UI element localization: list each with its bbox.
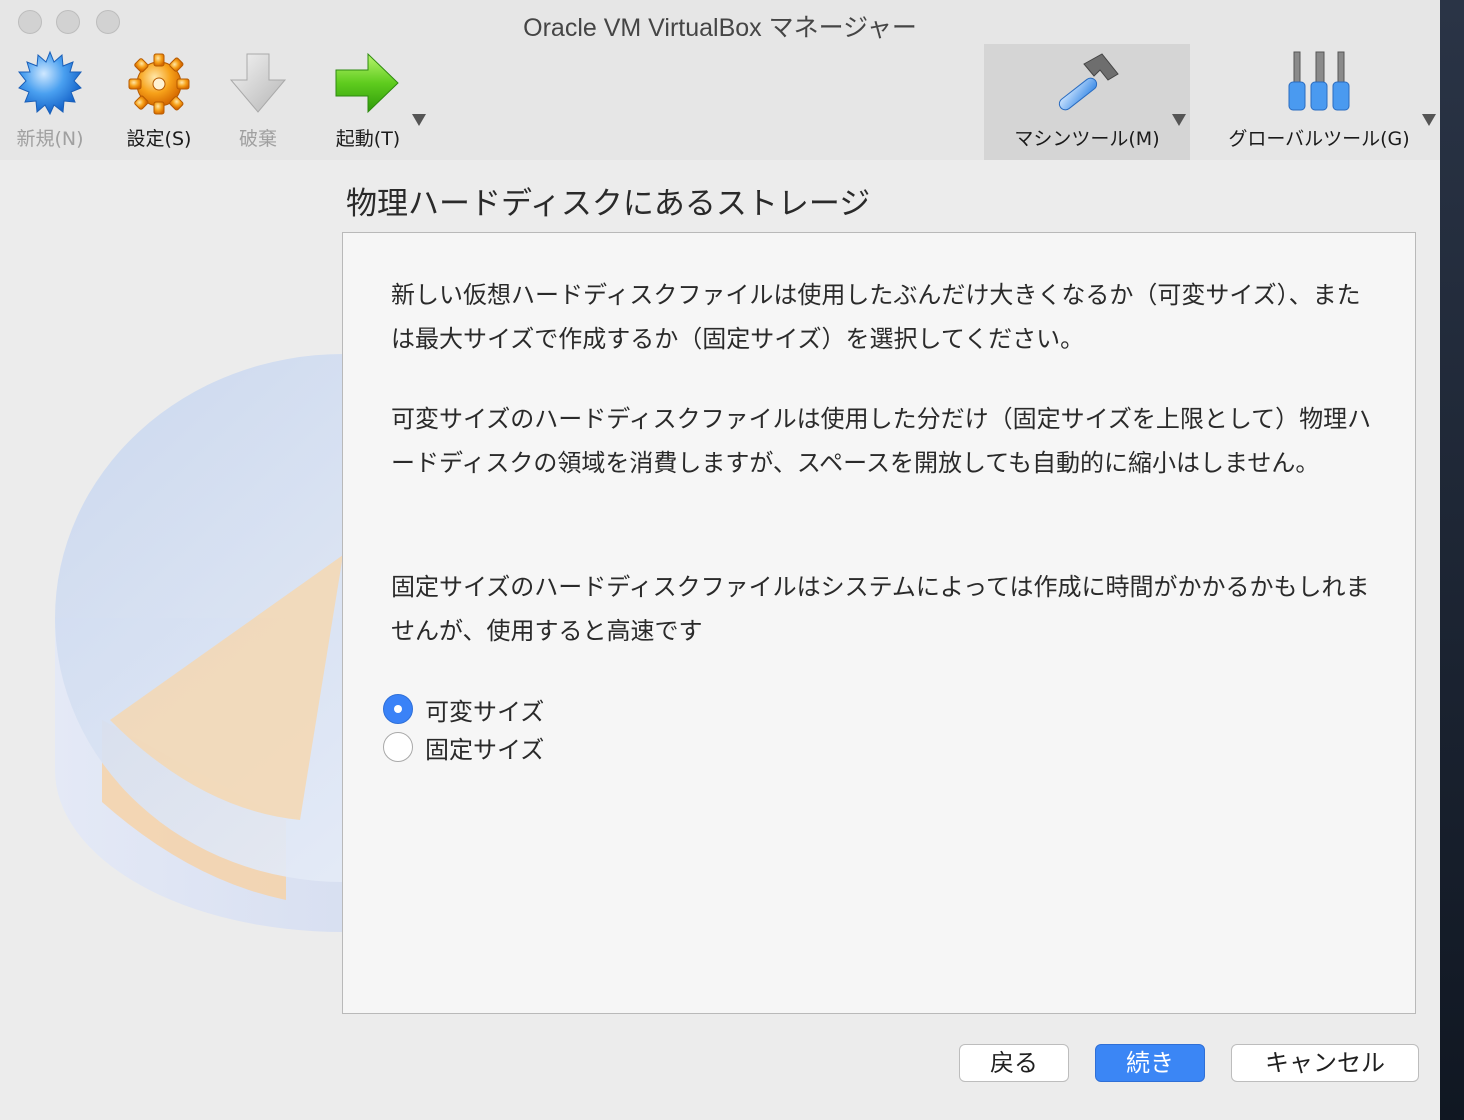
cancel-button[interactable]: キャンセル bbox=[1231, 1044, 1419, 1082]
dynamic-size-option[interactable]: 可変サイズ bbox=[383, 691, 544, 727]
global-tools-dropdown-arrow-icon[interactable] bbox=[1422, 114, 1436, 126]
down-arrow-icon bbox=[229, 53, 287, 113]
gear-icon bbox=[128, 53, 190, 115]
description-paragraph-3: 固定サイズのハードディスクファイルはシステムによっては作成に時間がかかるかもしれ… bbox=[391, 573, 1370, 645]
global-tools-icon bbox=[1288, 51, 1350, 111]
start-arrow-icon bbox=[335, 52, 399, 114]
fixed-size-label: 固定サイズ bbox=[425, 735, 545, 764]
settings-label: 設定(S) bbox=[126, 128, 192, 150]
window-title: Oracle VM VirtualBox マネージャー bbox=[523, 14, 917, 42]
hammer-icon bbox=[1058, 53, 1119, 111]
start-button[interactable]: 起動(T) bbox=[320, 44, 430, 160]
machine-tools-button[interactable]: マシンツール(M) bbox=[984, 44, 1190, 160]
dynamic-size-label: 可変サイズ bbox=[425, 697, 545, 726]
description-paragraph-2: 可変サイズのハードディスクファイルは使用した分だけ（固定サイズを上限として）物理… bbox=[391, 405, 1372, 477]
new-button[interactable]: 新規(N) bbox=[4, 44, 96, 160]
back-button[interactable]: 戻る bbox=[959, 1044, 1069, 1082]
toolbar: 新規(N) 設定(S) 破棄 起動(T) マシンツール(M) グローバルツール(… bbox=[0, 44, 1440, 161]
wizard-heading: 物理ハードディスクにあるストレージ bbox=[346, 186, 871, 222]
start-dropdown-arrow-icon[interactable] bbox=[412, 114, 426, 126]
new-label: 新規(N) bbox=[16, 128, 84, 150]
wizard-content: 物理ハードディスクにあるストレージ 新しい仮想ハードディスクファイルは使用したぶ… bbox=[0, 160, 1440, 1120]
machine-tools-label: マシンツール(M) bbox=[1014, 128, 1160, 150]
discard-button[interactable]: 破棄 bbox=[214, 44, 302, 160]
description-paragraph-1: 新しい仮想ハードディスクファイルは使用したぶんだけ大きくなるか（可変サイズ）、ま… bbox=[391, 281, 1361, 353]
start-label: 起動(T) bbox=[335, 128, 401, 150]
fixed-size-option[interactable]: 固定サイズ bbox=[383, 729, 544, 765]
global-tools-label: グローバルツール(G) bbox=[1228, 128, 1410, 150]
description-panel: 新しい仮想ハードディスクファイルは使用したぶんだけ大きくなるか（可変サイズ）、ま… bbox=[342, 232, 1416, 1014]
settings-button[interactable]: 設定(S) bbox=[114, 44, 204, 160]
dynamic-size-radio[interactable] bbox=[383, 694, 413, 724]
continue-button[interactable]: 続き bbox=[1095, 1044, 1205, 1082]
discard-label: 破棄 bbox=[238, 128, 277, 150]
title-bar: Oracle VM VirtualBox マネージャー bbox=[0, 0, 1440, 44]
fixed-size-radio[interactable] bbox=[383, 732, 413, 762]
global-tools-button[interactable]: グローバルツール(G) bbox=[1212, 44, 1438, 160]
desktop-background bbox=[1440, 0, 1464, 1120]
new-starburst-icon bbox=[17, 50, 83, 116]
virtualbox-window: Oracle VM VirtualBox マネージャー 新規(N) 設定(S) … bbox=[0, 0, 1440, 1120]
machine-tools-dropdown-arrow-icon[interactable] bbox=[1172, 114, 1186, 126]
